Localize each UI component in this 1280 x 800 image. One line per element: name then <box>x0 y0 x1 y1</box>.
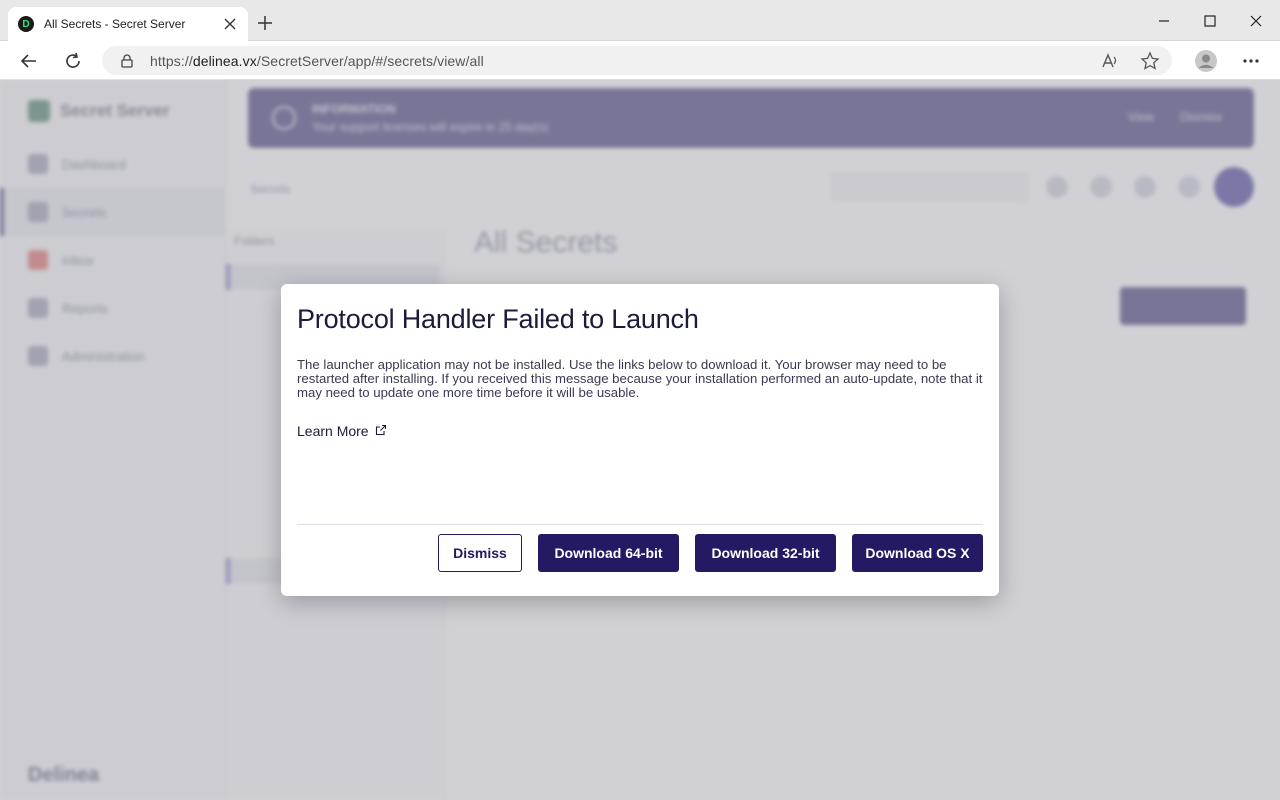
read-aloud-icon[interactable] <box>1100 51 1120 71</box>
tab-favicon-icon: D <box>18 16 34 32</box>
protocol-handler-dialog: Protocol Handler Failed to Launch The la… <box>281 284 999 596</box>
refresh-icon[interactable] <box>63 51 83 71</box>
dialog-title: Protocol Handler Failed to Launch <box>297 304 699 334</box>
download-64bit-button[interactable]: Download 64-bit <box>538 534 679 572</box>
learn-more-link[interactable]: Learn More <box>297 423 387 439</box>
favorites-star-icon[interactable] <box>1140 51 1160 71</box>
window-close-icon[interactable] <box>1247 12 1265 30</box>
lock-icon <box>120 53 134 68</box>
browser-titlebar: D All Secrets - Secret Server <box>0 0 1280 41</box>
learn-more-label: Learn More <box>297 423 369 439</box>
more-options-icon[interactable] <box>1241 51 1261 71</box>
browser-tab[interactable]: D All Secrets - Secret Server <box>8 7 248 41</box>
tab-close-icon[interactable] <box>222 16 238 32</box>
dialog-divider <box>297 524 983 525</box>
minimize-icon[interactable] <box>1155 12 1173 30</box>
external-link-icon <box>375 423 387 439</box>
back-icon[interactable] <box>19 51 39 71</box>
dialog-message: The launcher application may not be inst… <box>297 357 983 400</box>
profile-icon[interactable] <box>1194 49 1218 73</box>
tab-title: All Secrets - Secret Server <box>44 17 186 31</box>
maximize-icon[interactable] <box>1201 12 1219 30</box>
browser-toolbar: https://delinea.vx/SecretServer/app/#/se… <box>0 41 1280 80</box>
address-bar[interactable]: https://delinea.vx/SecretServer/app/#/se… <box>102 46 1172 75</box>
new-tab-icon[interactable] <box>256 14 274 32</box>
download-32bit-button[interactable]: Download 32-bit <box>695 534 836 572</box>
download-osx-button[interactable]: Download OS X <box>852 534 983 572</box>
url-text: https://delinea.vx/SecretServer/app/#/se… <box>150 52 484 69</box>
dismiss-button[interactable]: Dismiss <box>438 534 522 572</box>
